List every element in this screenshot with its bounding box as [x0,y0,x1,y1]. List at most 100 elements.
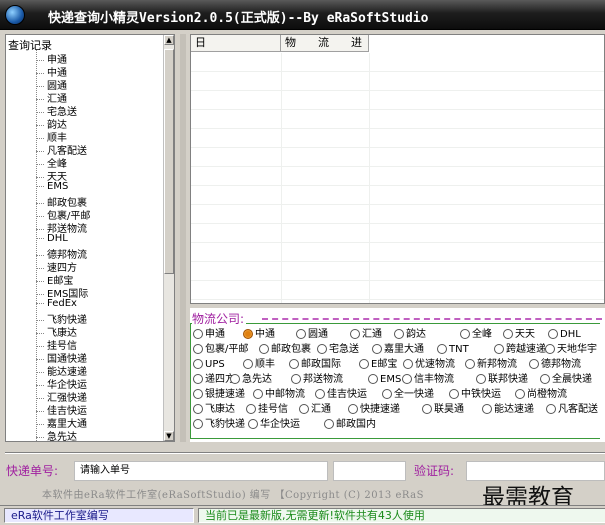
tree-item[interactable]: FedEx [36,298,77,311]
logistics-radio[interactable]: 飞豹快递 [193,418,245,431]
radio-circle-icon[interactable] [460,329,470,339]
radio-circle-icon[interactable] [494,344,504,354]
logistics-radio[interactable]: 天地华宇 [545,343,597,356]
tree-item[interactable]: 宅急送 [36,103,77,118]
logistics-radio[interactable]: 邮政包裹 [259,343,311,356]
logistics-radio[interactable]: 联昊通 [422,403,464,416]
logistics-radio[interactable]: 嘉里大通 [372,343,424,356]
radio-circle-icon[interactable] [403,359,413,369]
column-header-date[interactable]: 日 [191,35,281,52]
radio-circle-icon[interactable] [248,419,258,429]
logistics-radio[interactable]: 信丰物流 [402,373,454,386]
radio-circle-icon[interactable] [540,374,550,384]
radio-circle-icon[interactable] [230,374,240,384]
logistics-radio[interactable]: 能达速递 [482,403,534,416]
tree-item[interactable]: 嘉里大通 [36,415,87,430]
logistics-radio[interactable]: 中邮物流 [253,388,305,401]
app-icon[interactable] [5,5,25,25]
radio-circle-icon[interactable] [324,419,334,429]
history-tree[interactable]: 查询记录 申通 中通 圆通 汇通 宅急送 韵达 顺丰 凡客配送 全峰 天天 EMS 邮政包裹 包裹/平邮… [5,34,175,442]
tree-item[interactable]: 中通 [36,64,67,79]
radio-circle-icon[interactable] [193,329,203,339]
tree-item[interactable]: 汇通 [36,90,67,105]
logistics-radio[interactable]: 包裹/平邮 [193,343,248,356]
logistics-radio[interactable]: 佳吉快运 [315,388,367,401]
logistics-radio[interactable]: 圆通 [296,328,328,341]
radio-circle-icon[interactable] [515,389,525,399]
scroll-thumb[interactable] [164,49,174,274]
tree-item[interactable]: EMS国际 [36,285,88,300]
tree-item[interactable]: 顺丰 [36,129,67,144]
logistics-radio[interactable]: 银捷速递 [193,388,245,401]
logistics-radio[interactable]: 全一快递 [382,388,434,401]
logistics-radio[interactable]: 急先达 [230,373,272,386]
tree-item[interactable]: 韵达 [36,116,67,131]
logistics-radio[interactable]: 汇通 [350,328,382,341]
radio-circle-icon[interactable] [193,389,203,399]
logistics-radio[interactable]: E邮宝 [359,358,397,371]
radio-circle-icon[interactable] [315,389,325,399]
tree-item[interactable]: 邮政包裹 [36,194,87,209]
panel-splitter[interactable] [180,34,186,442]
tree-item[interactable]: 佳吉快运 [36,402,87,417]
tree-item[interactable]: 能达速递 [36,363,87,378]
logistics-radio[interactable]: 全晨快递 [540,373,592,386]
logistics-radio[interactable]: 申通 [193,328,225,341]
radio-circle-icon[interactable] [449,389,459,399]
tree-item[interactable]: E邮宝 [36,272,73,287]
logistics-radio[interactable]: 飞康达 [193,403,235,416]
tree-item[interactable]: 速四方 [36,259,77,274]
logistics-radio[interactable]: 天天 [503,328,535,341]
logistics-radio[interactable]: 汇通 [299,403,331,416]
logistics-radio[interactable]: 凡客配送 [546,403,598,416]
radio-circle-icon[interactable] [193,344,203,354]
radio-circle-icon[interactable] [476,374,486,384]
logistics-radio[interactable]: 顺丰 [243,358,275,371]
scroll-down-arrow-icon[interactable]: ▼ [164,431,174,441]
logistics-radio[interactable]: 邮政国内 [324,418,376,431]
logistics-radio[interactable]: 中通 [243,328,275,341]
logistics-radio[interactable]: UPS [193,358,225,371]
radio-circle-icon[interactable] [350,329,360,339]
logistics-radio[interactable]: 尚橙物流 [515,388,567,401]
tree-item[interactable]: 邦送物流 [36,220,87,235]
tree-item[interactable]: 飞康达 [36,324,77,339]
radio-circle-icon[interactable] [359,359,369,369]
radio-circle-icon[interactable] [243,359,253,369]
radio-circle-icon[interactable] [253,389,263,399]
tree-item[interactable]: 挂号信 [36,337,77,352]
logistics-radio[interactable]: 宅急送 [317,343,359,356]
radio-circle-icon[interactable] [394,329,404,339]
radio-circle-icon[interactable] [372,344,382,354]
radio-circle-icon[interactable] [193,419,203,429]
tree-item[interactable]: 全峰 [36,155,67,170]
logistics-radio[interactable]: 快捷速递 [348,403,400,416]
tree-item[interactable]: 德邦物流 [36,246,87,261]
column-header-progress[interactable]: 物 流 进 [281,35,369,52]
logistics-radio[interactable]: 中铁快运 [449,388,501,401]
tree-item[interactable]: 圆通 [36,77,67,92]
radio-circle-icon[interactable] [529,359,539,369]
radio-circle-icon[interactable] [503,329,513,339]
logistics-radio[interactable]: EMS [368,373,401,386]
company-code-field[interactable] [333,461,406,481]
logistics-radio[interactable]: 挂号信 [246,403,288,416]
radio-circle-icon[interactable] [545,344,555,354]
tree-item[interactable]: 国通快递 [36,350,87,365]
tree-item[interactable]: EMS [36,181,68,194]
radio-circle-icon[interactable] [317,344,327,354]
logistics-radio[interactable]: TNT [437,343,469,356]
radio-circle-icon[interactable] [246,404,256,414]
radio-circle-icon[interactable] [259,344,269,354]
tree-item[interactable]: 华企快运 [36,376,87,391]
radio-circle-icon[interactable] [243,329,253,339]
radio-circle-icon[interactable] [289,359,299,369]
logistics-radio[interactable]: 跨越速递 [494,343,546,356]
radio-circle-icon[interactable] [348,404,358,414]
tracking-number-input[interactable]: 请输入单号 [74,461,328,481]
logistics-radio[interactable]: DHL [548,328,581,341]
tree-item[interactable]: 汇强快递 [36,389,87,404]
scroll-up-arrow-icon[interactable]: ▲ [164,35,174,45]
radio-circle-icon[interactable] [422,404,432,414]
logistics-radio[interactable]: 邮政国际 [289,358,341,371]
